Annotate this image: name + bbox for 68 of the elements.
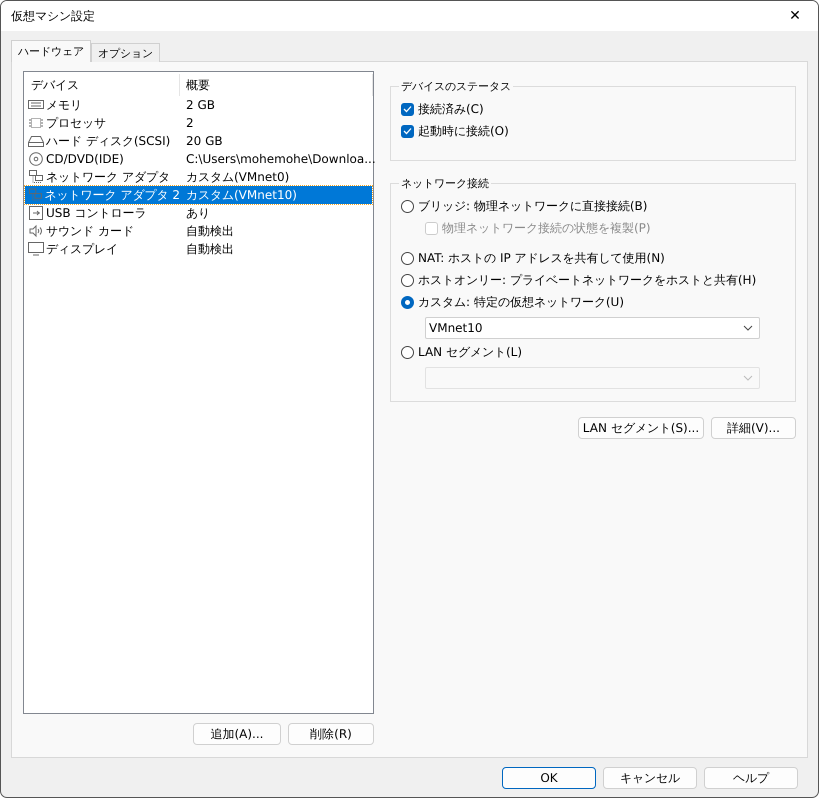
device-name: CD/DVD(IDE) xyxy=(46,152,124,166)
close-button[interactable]: ✕ xyxy=(780,4,810,28)
dialog-button[interactable]: OK xyxy=(502,767,596,789)
device-summary: 2 GB xyxy=(185,98,216,112)
dropdown-value: VMnet10 xyxy=(429,321,483,335)
radio-button[interactable] xyxy=(401,274,414,286)
chip-icon xyxy=(28,116,44,130)
radio-button[interactable] xyxy=(401,296,414,308)
dialog-button[interactable]: キャンセル xyxy=(603,767,697,789)
chevron-down-icon xyxy=(743,375,753,381)
group-title: デバイスのステータス xyxy=(400,79,512,94)
radio-label: ブリッジ: 物理ネットワークに直接接続(B) xyxy=(418,198,648,214)
device-summary: カスタム(VMnet0) xyxy=(185,168,290,186)
dialog-button[interactable]: ヘルプ xyxy=(704,767,798,789)
lan-segment-button[interactable]: LAN セグメント(S)... xyxy=(578,417,704,439)
device-row[interactable]: ディスプレイ 自動検出 xyxy=(25,240,372,258)
column-header[interactable]: 概要 xyxy=(180,74,373,96)
chevron-down-icon xyxy=(743,325,753,331)
device-name: ハード ディスク(SCSI) xyxy=(46,132,170,150)
radio-label: ホストオンリー: プライベートネットワークをホストと共有(H) xyxy=(418,272,756,288)
column-header[interactable]: デバイス xyxy=(25,74,180,96)
radio-button[interactable] xyxy=(401,346,414,358)
device-summary: カスタム(VMnet10) xyxy=(185,186,298,204)
checkbox-label: 起動時に接続(O) xyxy=(418,122,509,140)
device-summary: 自動検出 xyxy=(185,222,235,240)
remove-button[interactable]: 削除(R) xyxy=(288,723,374,745)
check-icon xyxy=(403,127,412,135)
tab[interactable]: オプション xyxy=(91,43,160,62)
group-title: ネットワーク接続 xyxy=(400,176,490,191)
device-summary: あり xyxy=(185,204,211,222)
device-row[interactable]: メモリ 2 GB xyxy=(25,96,372,114)
device-row[interactable]: ネットワーク アダプタ 2 カスタム(VMnet10) xyxy=(25,186,372,204)
device-name: サウンド カード xyxy=(46,222,134,240)
radio-button[interactable] xyxy=(401,200,414,212)
device-name: ネットワーク アダプタ xyxy=(46,168,170,186)
device-row[interactable]: ネットワーク アダプタ カスタム(VMnet0) xyxy=(25,168,372,186)
window-title: 仮想マシン設定 xyxy=(11,8,95,24)
disc-icon xyxy=(28,152,44,166)
radio-button[interactable] xyxy=(401,252,414,264)
network-icon xyxy=(28,170,44,184)
device-name: メモリ xyxy=(46,96,82,114)
tab[interactable]: ハードウェア xyxy=(11,40,91,62)
device-summary: 20 GB xyxy=(185,134,224,148)
device-row[interactable]: サウンド カード 自動検出 xyxy=(25,222,372,240)
device-name: ネットワーク アダプタ 2 xyxy=(44,186,180,204)
radio-label: NAT: ホストの IP アドレスを共有して使用(N) xyxy=(418,250,665,266)
device-row[interactable]: ハード ディスク(SCSI) 20 GB xyxy=(25,132,372,150)
network-dropdown[interactable]: VMnet10 xyxy=(425,317,760,339)
memory-icon xyxy=(28,98,44,112)
monitor-icon xyxy=(28,242,44,256)
check-icon xyxy=(403,105,412,113)
network-icon xyxy=(28,188,43,202)
checkbox[interactable] xyxy=(401,124,414,138)
device-name: USB コントローラ xyxy=(46,204,146,222)
radio-label: LAN セグメント(L) xyxy=(418,344,522,360)
radio-label: カスタム: 特定の仮想ネットワーク(U) xyxy=(418,294,624,310)
add-button[interactable]: 追加(A)... xyxy=(193,723,281,745)
checkbox-label: 物理ネットワーク接続の状態を複製(P) xyxy=(442,220,651,236)
advanced-button[interactable]: 詳細(V)... xyxy=(711,417,796,439)
device-summary: 2 xyxy=(185,116,195,130)
checkbox[interactable] xyxy=(401,102,414,116)
device-name: プロセッサ xyxy=(46,114,106,132)
device-name: ディスプレイ xyxy=(46,240,118,258)
checkbox-label: 接続済み(C) xyxy=(418,100,484,118)
device-row[interactable]: プロセッサ 2 xyxy=(25,114,372,132)
device-row[interactable]: USB コントローラ あり xyxy=(25,204,372,222)
device-summary: 自動検出 xyxy=(185,240,235,258)
speaker-icon xyxy=(28,224,44,238)
